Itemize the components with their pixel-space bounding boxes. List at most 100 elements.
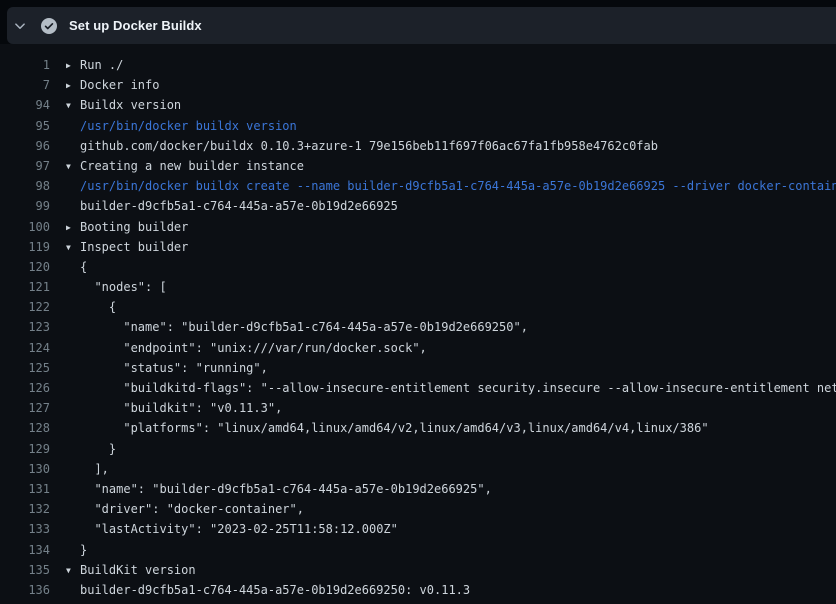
group-toggle[interactable]: ▶Docker info bbox=[66, 75, 159, 95]
chevron-down-icon[interactable] bbox=[7, 7, 33, 44]
line-content: } bbox=[66, 439, 116, 459]
line-number[interactable]: 119 bbox=[0, 237, 50, 257]
log-group-line: 7 ▶Docker info bbox=[0, 75, 836, 95]
line-content: "platforms": "linux/amd64,linux/amd64/v2… bbox=[66, 418, 709, 438]
line-number[interactable]: 120 bbox=[0, 257, 50, 277]
line-number[interactable]: 121 bbox=[0, 277, 50, 297]
line-number[interactable]: 122 bbox=[0, 297, 50, 317]
group-toggle[interactable]: ▼BuildKit version bbox=[66, 560, 196, 580]
disclosure-expanded-icon[interactable]: ▼ bbox=[66, 96, 80, 115]
group-label[interactable]: BuildKit version bbox=[80, 563, 196, 577]
line-number[interactable]: 132 bbox=[0, 499, 50, 519]
command-text: /usr/bin/docker buildx version bbox=[80, 119, 297, 133]
output-text: "nodes": [ bbox=[80, 280, 167, 294]
line-number[interactable]: 134 bbox=[0, 540, 50, 560]
line-number[interactable]: 123 bbox=[0, 317, 50, 337]
log-group-line: 135 ▼BuildKit version bbox=[0, 560, 836, 580]
line-number[interactable]: 94 bbox=[0, 95, 50, 115]
step-header[interactable]: Set up Docker Buildx bbox=[7, 7, 836, 44]
disclosure-collapsed-icon[interactable]: ▶ bbox=[66, 56, 80, 75]
line-content: { bbox=[66, 257, 87, 277]
line-content: "buildkit": "v0.11.3", bbox=[66, 398, 282, 418]
line-number[interactable]: 127 bbox=[0, 398, 50, 418]
check-circle-icon bbox=[41, 18, 57, 34]
line-number[interactable]: 136 bbox=[0, 580, 50, 600]
line-number[interactable]: 96 bbox=[0, 136, 50, 156]
disclosure-expanded-icon[interactable]: ▼ bbox=[66, 561, 80, 580]
group-label[interactable]: Buildx version bbox=[80, 98, 181, 112]
output-text: builder-d9cfb5a1-c764-445a-a57e-0b19d2e6… bbox=[80, 199, 398, 213]
log-line: 122 { bbox=[0, 297, 836, 317]
line-number[interactable]: 133 bbox=[0, 519, 50, 539]
log-group-line: 119 ▼Inspect builder bbox=[0, 237, 836, 257]
command-text: /usr/bin/docker buildx create --name bui… bbox=[80, 179, 836, 193]
disclosure-collapsed-icon[interactable]: ▶ bbox=[66, 76, 80, 95]
line-number[interactable]: 124 bbox=[0, 338, 50, 358]
output-text: ], bbox=[80, 462, 109, 476]
output-text: "name": "builder-d9cfb5a1-c764-445a-a57e… bbox=[80, 482, 492, 496]
log-line: 124 "endpoint": "unix:///var/run/docker.… bbox=[0, 338, 836, 358]
line-content: { bbox=[66, 297, 116, 317]
line-content: } bbox=[66, 540, 87, 560]
line-number[interactable]: 1 bbox=[0, 55, 50, 75]
line-number[interactable]: 128 bbox=[0, 418, 50, 438]
group-label[interactable]: Booting builder bbox=[80, 220, 188, 234]
log-line: 95 /usr/bin/docker buildx version bbox=[0, 116, 836, 136]
line-number[interactable]: 100 bbox=[0, 217, 50, 237]
output-text: "platforms": "linux/amd64,linux/amd64/v2… bbox=[80, 421, 709, 435]
log-line: 129 } bbox=[0, 439, 836, 459]
log-line: 136 builder-d9cfb5a1-c764-445a-a57e-0b19… bbox=[0, 580, 836, 600]
line-content: ], bbox=[66, 459, 109, 479]
group-toggle[interactable]: ▼Inspect builder bbox=[66, 237, 188, 257]
line-number[interactable]: 98 bbox=[0, 176, 50, 196]
line-number[interactable]: 131 bbox=[0, 479, 50, 499]
group-toggle[interactable]: ▶Booting builder bbox=[66, 217, 188, 237]
line-number[interactable]: 97 bbox=[0, 156, 50, 176]
log-line: 133 "lastActivity": "2023-02-25T11:58:12… bbox=[0, 519, 836, 539]
log-group-line: 94 ▼Buildx version bbox=[0, 95, 836, 115]
group-toggle[interactable]: ▼Creating a new builder instance bbox=[66, 156, 304, 176]
log-line: 98 /usr/bin/docker buildx create --name … bbox=[0, 176, 836, 196]
output-text: "buildkitd-flags": "--allow-insecure-ent… bbox=[80, 381, 836, 395]
disclosure-expanded-icon[interactable]: ▼ bbox=[66, 238, 80, 257]
group-label[interactable]: Creating a new builder instance bbox=[80, 159, 304, 173]
line-number[interactable]: 125 bbox=[0, 358, 50, 378]
group-label[interactable]: Docker info bbox=[80, 78, 159, 92]
line-content: builder-d9cfb5a1-c764-445a-a57e-0b19d2e6… bbox=[66, 580, 470, 600]
log-line: 128 "platforms": "linux/amd64,linux/amd6… bbox=[0, 418, 836, 438]
log-line: 96 github.com/docker/buildx 0.10.3+azure… bbox=[0, 136, 836, 156]
log-group-line: 1 ▶Run ./ bbox=[0, 55, 836, 75]
output-text: builder-d9cfb5a1-c764-445a-a57e-0b19d2e6… bbox=[80, 583, 470, 597]
line-number[interactable]: 99 bbox=[0, 196, 50, 216]
step-title: Set up Docker Buildx bbox=[69, 18, 202, 33]
log-line: 126 "buildkitd-flags": "--allow-insecure… bbox=[0, 378, 836, 398]
log-group-line: 100 ▶Booting builder bbox=[0, 217, 836, 237]
output-text: "status": "running", bbox=[80, 361, 268, 375]
line-content: "lastActivity": "2023-02-25T11:58:12.000… bbox=[66, 519, 398, 539]
line-content: "name": "builder-d9cfb5a1-c764-445a-a57e… bbox=[66, 317, 528, 337]
line-content: "driver": "docker-container", bbox=[66, 499, 304, 519]
line-content: github.com/docker/buildx 0.10.3+azure-1 … bbox=[66, 136, 658, 156]
disclosure-expanded-icon[interactable]: ▼ bbox=[66, 157, 80, 176]
disclosure-collapsed-icon[interactable]: ▶ bbox=[66, 218, 80, 237]
group-label[interactable]: Inspect builder bbox=[80, 240, 188, 254]
line-number[interactable]: 7 bbox=[0, 75, 50, 95]
group-toggle[interactable]: ▼Buildx version bbox=[66, 95, 181, 115]
output-text: } bbox=[80, 543, 87, 557]
line-number[interactable]: 129 bbox=[0, 439, 50, 459]
log-line: 130 ], bbox=[0, 459, 836, 479]
group-toggle[interactable]: ▶Run ./ bbox=[66, 55, 123, 75]
log-line: 121 "nodes": [ bbox=[0, 277, 836, 297]
output-text: "driver": "docker-container", bbox=[80, 502, 304, 516]
output-text: "name": "builder-d9cfb5a1-c764-445a-a57e… bbox=[80, 320, 528, 334]
group-label[interactable]: Run ./ bbox=[80, 58, 123, 72]
line-number[interactable]: 95 bbox=[0, 116, 50, 136]
line-number[interactable]: 130 bbox=[0, 459, 50, 479]
log-line: 123 "name": "builder-d9cfb5a1-c764-445a-… bbox=[0, 317, 836, 337]
log-group-line: 97 ▼Creating a new builder instance bbox=[0, 156, 836, 176]
line-number[interactable]: 126 bbox=[0, 378, 50, 398]
line-number[interactable]: 135 bbox=[0, 560, 50, 580]
log-line: 134 } bbox=[0, 540, 836, 560]
output-text: "buildkit": "v0.11.3", bbox=[80, 401, 282, 415]
output-text: "lastActivity": "2023-02-25T11:58:12.000… bbox=[80, 522, 398, 536]
